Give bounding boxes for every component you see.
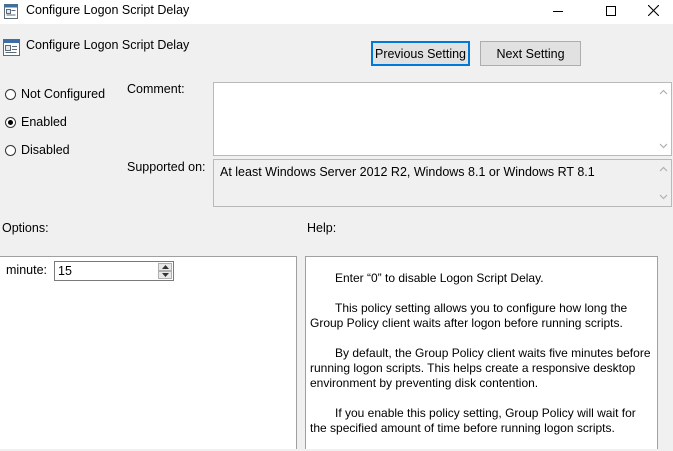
help-label: Help: — [307, 221, 337, 235]
close-button[interactable] — [634, 0, 673, 24]
maximize-icon — [606, 5, 616, 19]
setting-header-icon — [3, 39, 20, 56]
maximize-button[interactable] — [588, 0, 634, 24]
radio-circle[interactable] — [5, 144, 16, 156]
minute-input[interactable]: 15 — [58, 264, 72, 278]
spin-up-icon[interactable] — [158, 263, 172, 271]
help-pane[interactable]: Enter “0” to disable Logon Script Delay.… — [305, 256, 658, 449]
scroll-down-arrow-icon[interactable] — [655, 139, 671, 153]
help-paragraph: This policy setting allows you to config… — [310, 301, 628, 330]
minimize-icon — [553, 5, 563, 19]
group-policy-setting-icon — [4, 4, 18, 19]
minute-label: minute: — [6, 263, 47, 277]
help-paragraph: If you enable this policy setting, Group… — [310, 406, 636, 435]
supported-on-label: Supported on: — [127, 160, 206, 174]
comment-textarea[interactable] — [213, 82, 672, 156]
radio-label: Disabled — [21, 143, 70, 157]
supported-scrollbar[interactable] — [655, 160, 671, 206]
radio-enabled[interactable]: Enabled — [5, 114, 115, 130]
scroll-up-arrow-icon[interactable] — [655, 85, 671, 99]
spin-down-icon[interactable] — [158, 271, 172, 279]
radio-circle-selected[interactable] — [5, 116, 16, 128]
comment-label: Comment: — [127, 82, 185, 96]
close-icon — [647, 4, 660, 19]
next-setting-button[interactable]: Next Setting — [480, 41, 581, 66]
supported-on-box: At least Windows Server 2012 R2, Windows… — [213, 159, 672, 207]
options-pane — [0, 256, 297, 449]
scroll-up-arrow-icon[interactable] — [655, 162, 671, 176]
supported-on-text: At least Windows Server 2012 R2, Windows… — [220, 165, 595, 179]
options-label: Options: — [2, 221, 49, 235]
radio-label: Not Configured — [21, 87, 106, 101]
minute-spinbox[interactable]: 15 — [54, 261, 174, 281]
previous-setting-button[interactable]: Previous Setting — [371, 41, 470, 66]
help-text: Enter “0” to disable Logon Script Delay.… — [310, 271, 654, 451]
radio-circle[interactable] — [5, 88, 16, 100]
radio-not-configured[interactable]: Not Configured — [5, 86, 115, 102]
window-title: Configure Logon Script Delay — [26, 3, 190, 17]
help-paragraph: Enter “0” to disable Logon Script Delay. — [335, 271, 544, 285]
help-paragraph: By default, the Group Policy client wait… — [310, 346, 651, 390]
comment-scrollbar[interactable] — [655, 83, 671, 155]
scroll-down-arrow-icon[interactable] — [655, 190, 671, 204]
minimize-button[interactable] — [535, 0, 581, 24]
setting-title: Configure Logon Script Delay — [26, 38, 190, 52]
radio-label: Enabled — [21, 115, 67, 129]
radio-dot — [8, 119, 13, 125]
radio-disabled[interactable]: Disabled — [5, 142, 115, 158]
minute-spinner[interactable] — [158, 263, 172, 279]
